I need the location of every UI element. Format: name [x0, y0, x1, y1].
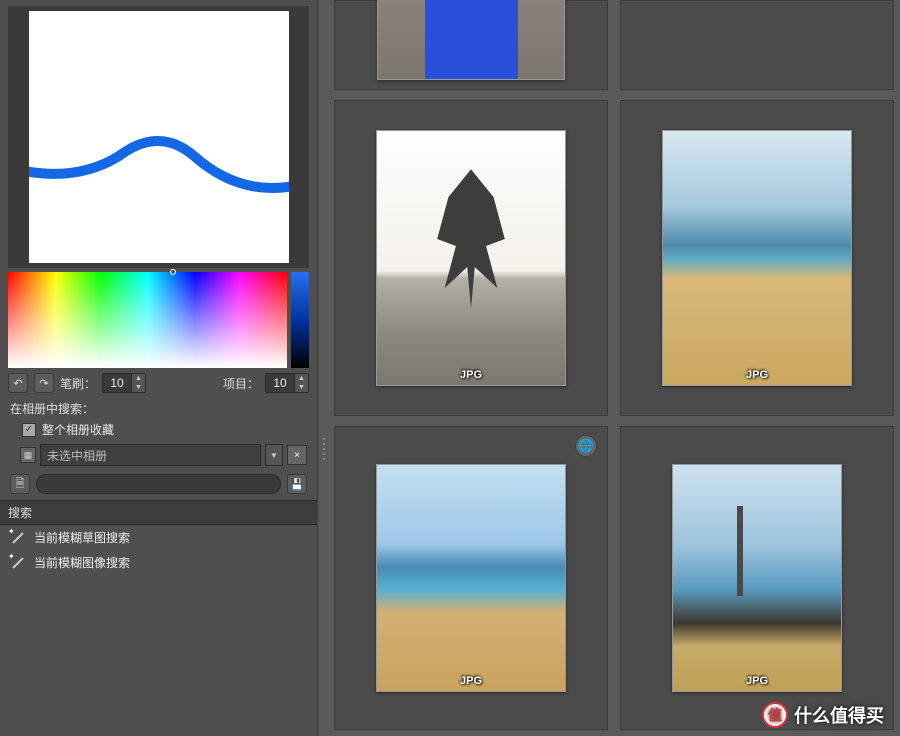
wand-icon — [10, 530, 26, 546]
grid-cell[interactable]: JPG — [620, 100, 894, 416]
brush-size-value: 10 — [103, 376, 131, 390]
grid-row-2: 🌐 JPG JPG — [334, 426, 894, 730]
search-panel-header[interactable]: 搜索 — [0, 500, 317, 525]
search-row: 🗎 💾 — [10, 474, 307, 494]
watermark: 值 什么值得买 — [762, 702, 884, 728]
grid-row-0: JPG — [334, 0, 894, 90]
globe-icon[interactable]: 🌐 — [575, 435, 597, 457]
brightness-slider[interactable] — [291, 272, 309, 368]
format-badge: JPG — [746, 369, 768, 381]
thumbnail-grid: JPG JPG JPG 🌐 JPG JPG — [330, 0, 900, 736]
format-badge: JPG — [460, 63, 482, 75]
format-badge: JPG — [460, 675, 482, 687]
undo-button[interactable]: ↶ — [8, 373, 28, 393]
album-dropdown-value: 未选中相册 — [47, 447, 107, 464]
search-item-image[interactable]: 当前模糊图像搜索 — [0, 550, 317, 575]
album-select-row: ▦ 未选中相册 ▼ × — [20, 444, 307, 466]
grid-cell[interactable]: JPG — [620, 426, 894, 730]
hue-saturation-picker[interactable] — [8, 272, 287, 368]
sketch-canvas-area — [8, 6, 309, 268]
grid-cell[interactable]: 🌐 JPG — [334, 426, 608, 730]
wand-icon — [10, 555, 26, 571]
watermark-badge: 值 — [762, 702, 788, 728]
redo-button[interactable]: ↷ — [34, 373, 54, 393]
panel-resize-handle[interactable] — [320, 436, 328, 462]
items-label: 项目： — [223, 375, 259, 392]
brush-label: 笔刷： — [60, 375, 96, 392]
whole-album-label: 整个相册收藏 — [42, 421, 114, 438]
sidebar: ↶ ↷ 笔刷： 10 ▲▼ 项目： 10 ▲▼ 在相册中搜索： ✓ 整个相册收藏… — [0, 0, 318, 736]
album-dropdown[interactable]: 未选中相册 — [40, 444, 261, 466]
save-search-button[interactable]: 💾 — [287, 474, 307, 494]
grid-cell[interactable]: JPG — [334, 0, 608, 90]
search-item-sketch[interactable]: 当前模糊草图搜索 — [0, 525, 317, 550]
thumb-dragon-statue[interactable]: JPG — [376, 130, 566, 386]
search-in-album-label: 在相册中搜索： — [10, 400, 307, 417]
format-badge: JPG — [460, 369, 482, 381]
search-item-sketch-label: 当前模糊草图搜索 — [34, 529, 130, 546]
items-spinner-arrows[interactable]: ▲▼ — [294, 374, 308, 392]
watermark-text: 什么值得买 — [794, 702, 884, 728]
format-badge: JPG — [746, 675, 768, 687]
items-spinner[interactable]: 10 ▲▼ — [265, 373, 309, 393]
album-dropdown-arrow[interactable]: ▼ — [265, 444, 283, 466]
album-icon: ▦ — [20, 447, 36, 463]
search-input[interactable] — [36, 474, 281, 494]
whole-album-row: ✓ 整个相册收藏 — [22, 421, 295, 438]
search-item-image-label: 当前模糊图像搜索 — [34, 554, 130, 571]
thumb-beach-walker[interactable]: JPG — [376, 464, 566, 692]
sketch-canvas[interactable] — [29, 11, 289, 263]
color-picker-row — [8, 272, 309, 368]
brush-size-spinner[interactable]: 10 ▲▼ — [102, 373, 146, 393]
brush-controls-row: ↶ ↷ 笔刷： 10 ▲▼ 项目： 10 ▲▼ — [8, 372, 309, 394]
album-clear-button[interactable]: × — [287, 445, 307, 465]
thumb-lighthouse[interactable]: JPG — [672, 464, 842, 692]
color-marker — [170, 269, 176, 275]
brush-spinner-arrows[interactable]: ▲▼ — [131, 374, 145, 392]
thumb-person-blue[interactable]: JPG — [377, 0, 565, 80]
grid-cell[interactable]: JPG — [334, 100, 608, 416]
new-search-button[interactable]: 🗎 — [10, 474, 30, 494]
items-value: 10 — [266, 376, 294, 390]
grid-cell-empty[interactable] — [620, 0, 894, 90]
thumb-beach-island[interactable]: JPG — [662, 130, 852, 386]
whole-album-checkbox[interactable]: ✓ — [22, 423, 36, 437]
grid-row-1: JPG JPG — [334, 100, 894, 416]
